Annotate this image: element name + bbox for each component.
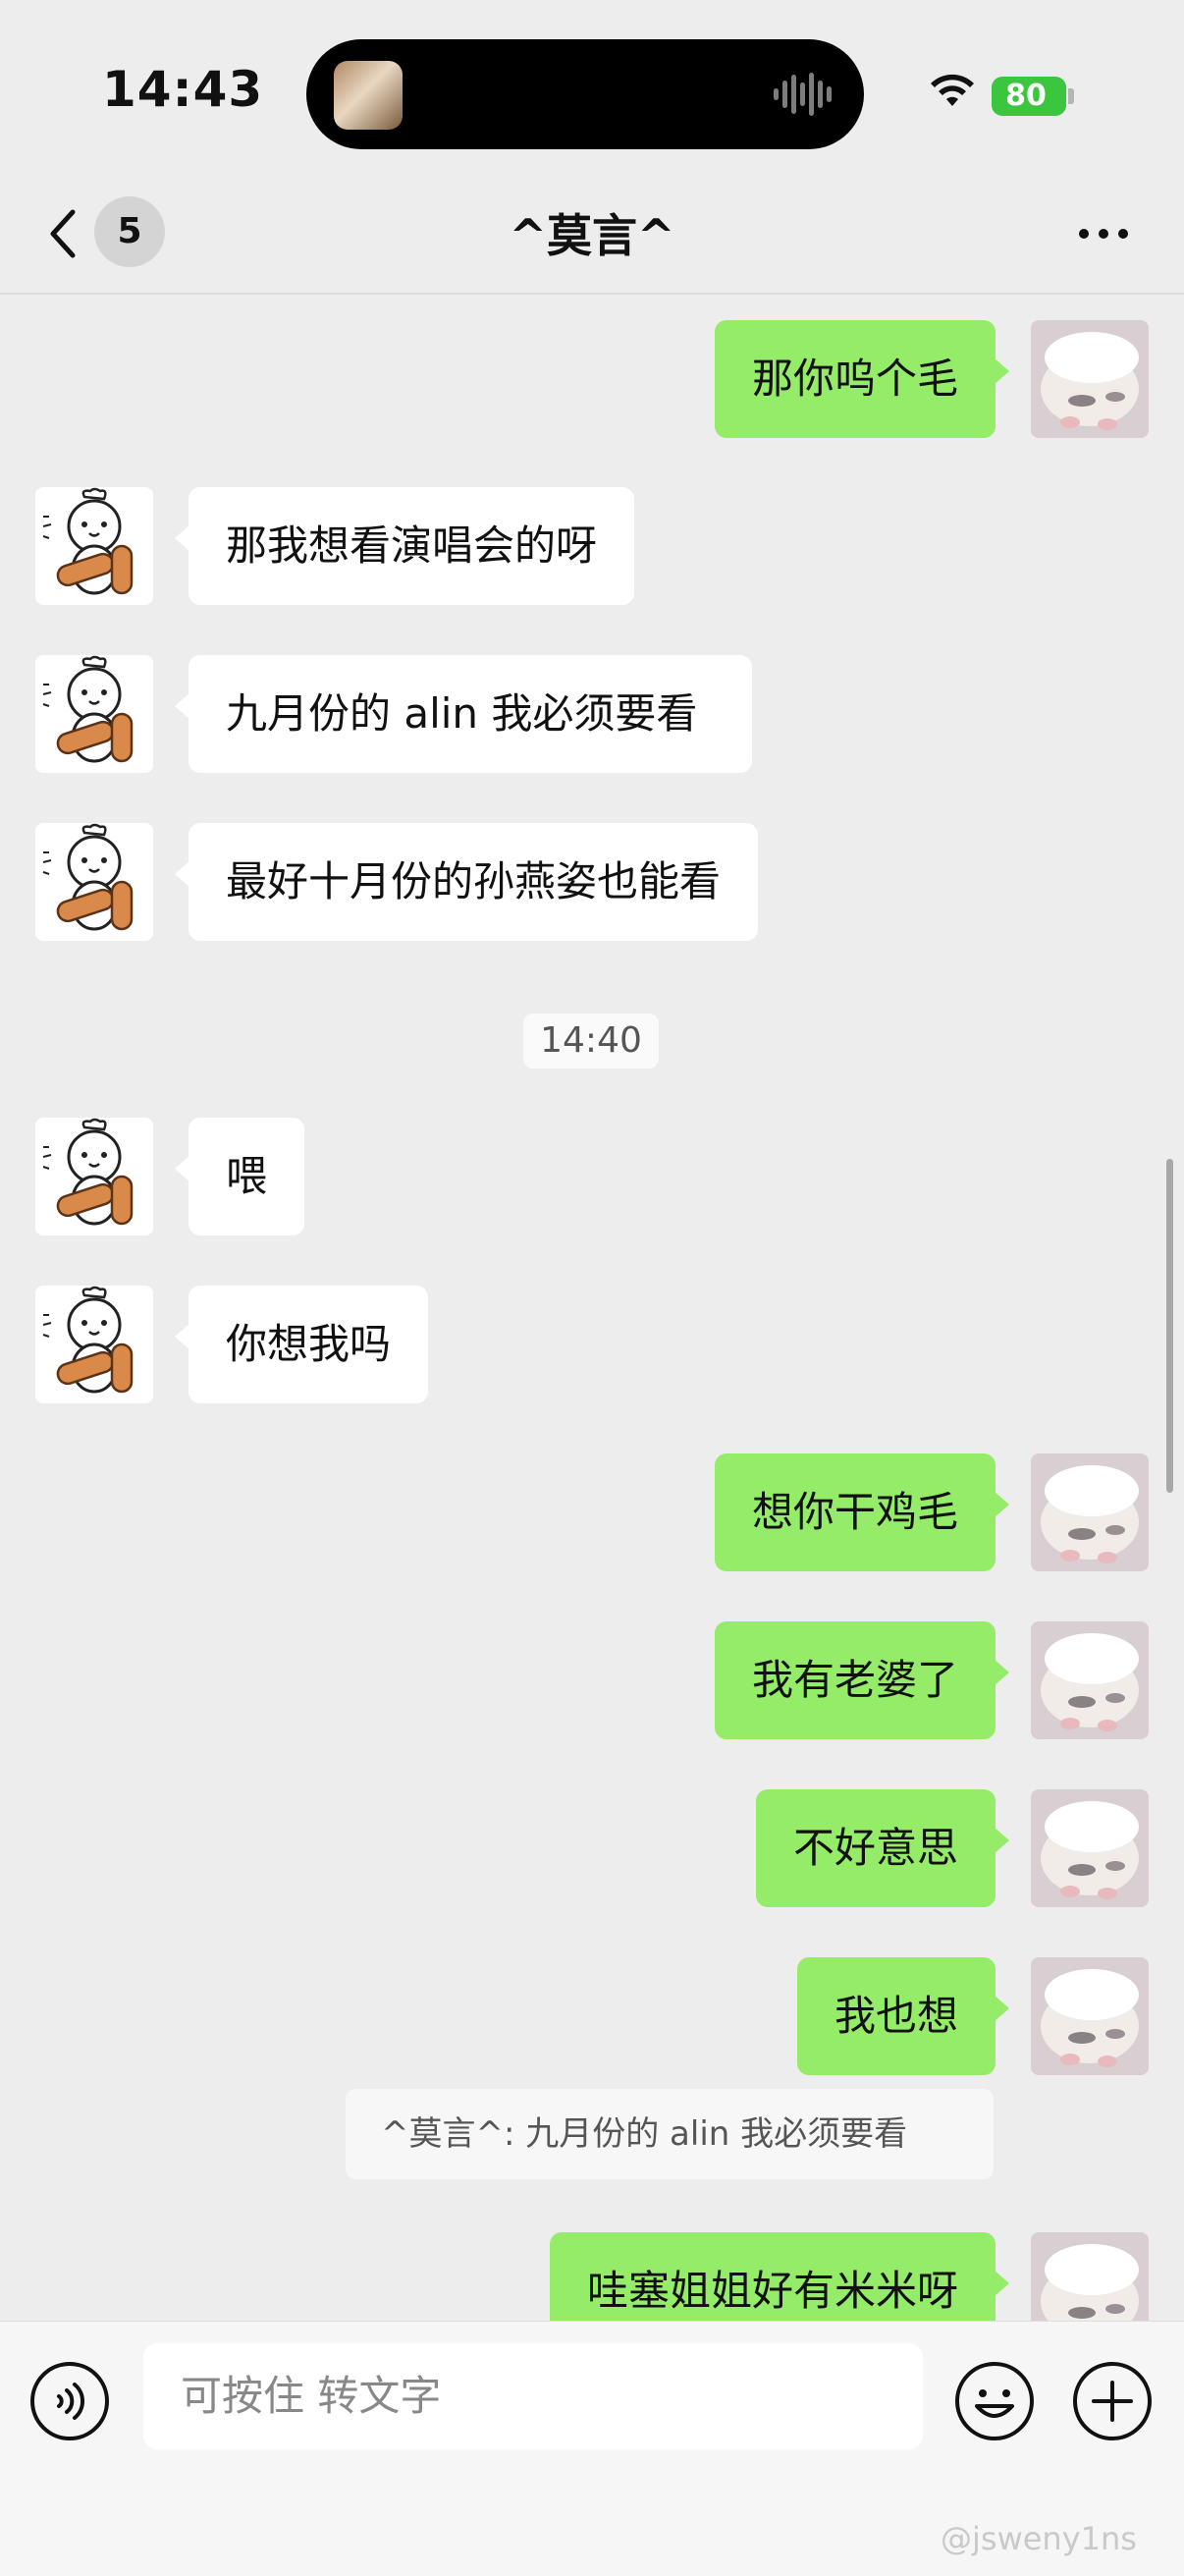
bubble-tail xyxy=(175,1155,190,1182)
message-input[interactable]: 可按住 转文字 xyxy=(143,2343,923,2449)
bubble-tail xyxy=(175,1323,190,1350)
bubble-tail xyxy=(994,1659,1009,1686)
bubble-tail xyxy=(994,1995,1009,2022)
battery-indicator: 80 xyxy=(992,77,1066,116)
battery-cap xyxy=(1068,88,1074,104)
message-text: 我有老婆了 xyxy=(752,1656,959,1704)
chat-header: 5 ^莫言^ xyxy=(0,177,1184,295)
received-message-bubble[interactable]: 你想我吗 xyxy=(175,1286,428,1403)
voice-icon[interactable] xyxy=(29,2361,110,2441)
self-avatar[interactable] xyxy=(1031,1453,1149,1571)
bubble-tail xyxy=(175,524,190,552)
sent-message-bubble[interactable]: 哇塞姐姐好有米米呀 xyxy=(550,2232,1009,2321)
bubble-tail xyxy=(175,860,190,888)
sent-message-bubble[interactable]: 不好意思 xyxy=(756,1789,1009,1907)
message-text: 最好十月份的孙燕姿也能看 xyxy=(226,857,722,905)
contact-avatar[interactable] xyxy=(35,487,153,605)
status-time: 14:43 xyxy=(102,61,264,118)
contact-avatar[interactable] xyxy=(35,823,153,941)
chat-title: ^莫言^ xyxy=(509,209,675,262)
message-text: 想你干鸡毛 xyxy=(752,1488,959,1536)
self-avatar[interactable] xyxy=(1031,1957,1149,2075)
received-message-bubble[interactable]: 最好十月份的孙燕姿也能看 xyxy=(175,823,758,941)
audio-waveform-icon xyxy=(774,73,832,116)
message-text: 不好意思 xyxy=(793,1824,959,1872)
self-avatar[interactable] xyxy=(1031,2232,1149,2321)
self-avatar[interactable] xyxy=(1031,320,1149,438)
message-text: 那你呜个毛 xyxy=(752,355,959,403)
message-text: 我也想 xyxy=(834,1992,959,2040)
status-bar: 14:43 80 xyxy=(0,0,1184,177)
bubble-tail xyxy=(994,1491,1009,1518)
bubble-tail xyxy=(175,692,190,720)
message-text: 哇塞姐姐好有米米呀 xyxy=(587,2267,959,2315)
message-text: 那我想看演唱会的呀 xyxy=(226,521,598,570)
message-list[interactable]: 那你呜个毛那我想看演唱会的呀九月份的 alin 我必须要看 最好十月份的孙燕姿也能… xyxy=(0,295,1184,2321)
emoji-icon[interactable] xyxy=(954,2361,1035,2441)
plus-icon[interactable] xyxy=(1072,2361,1153,2441)
received-message-bubble[interactable]: 那我想看演唱会的呀 xyxy=(175,487,634,605)
quoted-message[interactable]: ^莫言^: 九月份的 alin 我必须要看 xyxy=(346,2089,994,2179)
more-dots-icon[interactable] xyxy=(1076,226,1131,242)
sent-message-bubble[interactable]: 想你干鸡毛 xyxy=(715,1453,1009,1571)
message-text: 九月份的 alin 我必须要看 xyxy=(226,689,698,738)
watermark: @jsweny1ns xyxy=(941,2520,1137,2557)
self-avatar[interactable] xyxy=(1031,1789,1149,1907)
contact-avatar[interactable] xyxy=(35,1286,153,1403)
received-message-bubble[interactable]: 喂 xyxy=(175,1118,304,1235)
sent-message-bubble[interactable]: 我有老婆了 xyxy=(715,1621,1009,1739)
scrollbar[interactable] xyxy=(1166,1159,1173,1493)
contact-avatar[interactable] xyxy=(35,655,153,773)
album-art-icon xyxy=(334,61,403,130)
wifi-icon xyxy=(931,74,974,106)
message-text: 你想我吗 xyxy=(226,1320,392,1368)
message-text: 喂 xyxy=(226,1152,268,1200)
bubble-tail xyxy=(994,2270,1009,2297)
received-message-bubble[interactable]: 九月份的 alin 我必须要看 xyxy=(175,655,752,773)
timestamp: 14:40 xyxy=(523,1014,659,1069)
contact-avatar[interactable] xyxy=(35,1118,153,1235)
dynamic-island[interactable] xyxy=(306,39,864,149)
bubble-tail xyxy=(994,1827,1009,1854)
self-avatar[interactable] xyxy=(1031,1621,1149,1739)
bubble-tail xyxy=(994,357,1009,385)
sent-message-bubble[interactable]: 我也想 xyxy=(797,1957,1009,2075)
sent-message-bubble[interactable]: 那你呜个毛 xyxy=(715,320,1009,438)
